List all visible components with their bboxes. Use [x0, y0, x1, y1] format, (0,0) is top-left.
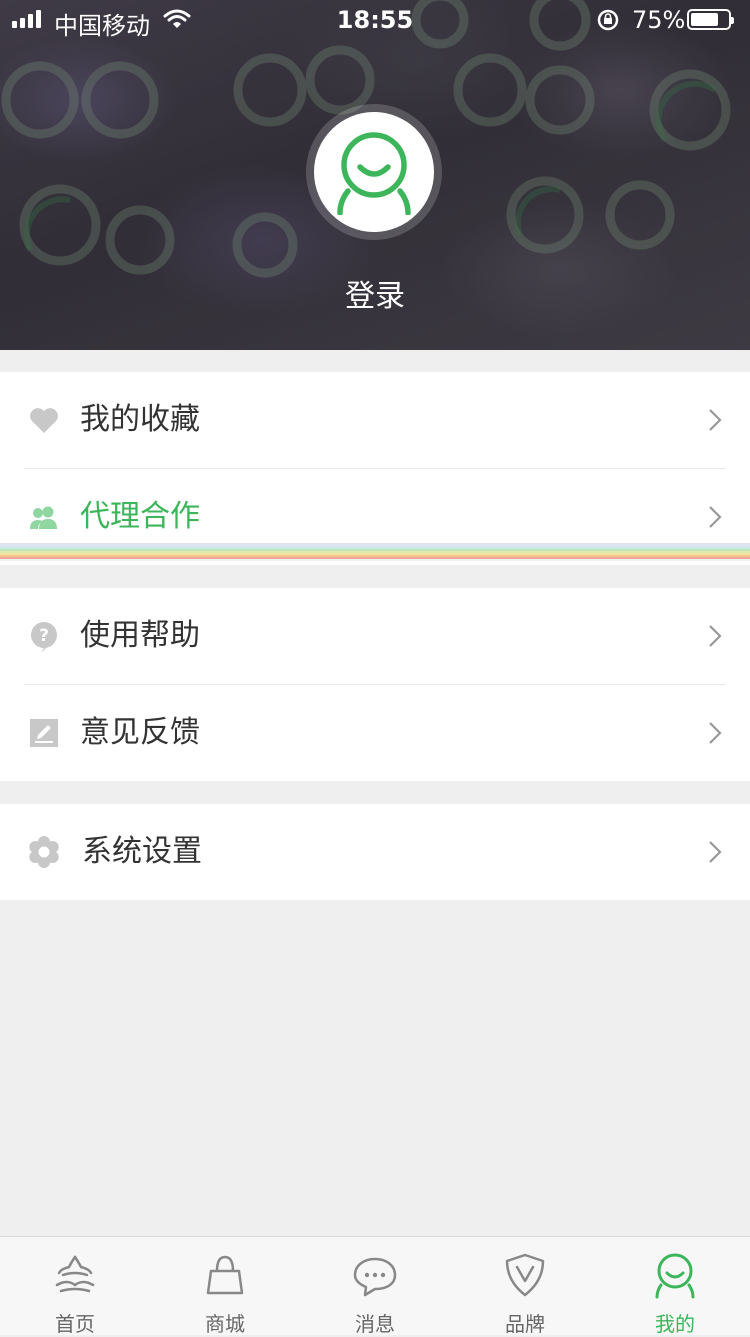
profile-header: 中国移动 18:55 75% 登录: [0, 0, 750, 350]
users-icon: [30, 506, 57, 529]
menu-group-personal: 我的收藏 代理合作: [0, 372, 750, 565]
menu-item-feedback[interactable]: 意见反馈: [0, 685, 750, 781]
tab-label: 品牌: [505, 1312, 545, 1336]
avatar: [314, 112, 434, 232]
menu-item-settings[interactable]: 系统设置: [0, 804, 750, 900]
chat-bubble-icon: [353, 1257, 397, 1297]
tab-bar: 首页 商城 消息 品牌 我的: [0, 1236, 750, 1336]
home-icon: [55, 1255, 95, 1293]
chevron-right-icon: [709, 625, 722, 647]
login-link[interactable]: 登录: [0, 271, 750, 315]
menu-item-label: 我的收藏: [80, 402, 200, 437]
profile-icon: [655, 1253, 695, 1299]
tab-home[interactable]: 首页: [0, 1237, 150, 1336]
status-bar: 中国移动 18:55 75%: [0, 0, 750, 40]
tab-messages[interactable]: 消息: [300, 1237, 450, 1336]
gear-icon: [29, 836, 59, 868]
tab-mall[interactable]: 商城: [150, 1237, 300, 1336]
brand-shield-icon: [505, 1253, 545, 1297]
rainbow-divider: [0, 543, 750, 563]
question-icon: ?: [31, 622, 57, 652]
rotation-lock-icon: [597, 9, 619, 31]
heart-icon: [30, 408, 58, 433]
smiley-person-icon: [337, 132, 411, 215]
tab-label: 我的: [655, 1312, 695, 1336]
edit-icon: [30, 719, 58, 747]
menu-item-favorites[interactable]: 我的收藏: [0, 372, 750, 468]
svg-text:?: ?: [39, 626, 49, 646]
chevron-right-icon: [709, 722, 722, 744]
battery-percent: 75%: [632, 6, 686, 34]
tab-profile[interactable]: 我的: [600, 1237, 750, 1336]
tab-label: 商城: [205, 1312, 245, 1336]
tab-brand[interactable]: 品牌: [450, 1237, 600, 1336]
shopping-bag-icon: [206, 1255, 244, 1295]
chevron-right-icon: [709, 506, 722, 528]
chevron-right-icon: [709, 409, 722, 431]
tab-label: 消息: [355, 1312, 395, 1336]
chevron-right-icon: [709, 841, 722, 863]
menu-group-support: ? 使用帮助 意见反馈: [0, 588, 750, 781]
avatar-button[interactable]: [306, 104, 442, 240]
menu-group-settings: 系统设置: [0, 804, 750, 900]
menu-item-help[interactable]: ? 使用帮助: [0, 588, 750, 684]
menu-item-label: 系统设置: [82, 834, 202, 869]
menu-item-label: 使用帮助: [80, 618, 200, 653]
menu-item-label: 意见反馈: [80, 715, 200, 750]
battery-icon: [687, 9, 734, 30]
tab-label: 首页: [55, 1312, 95, 1336]
